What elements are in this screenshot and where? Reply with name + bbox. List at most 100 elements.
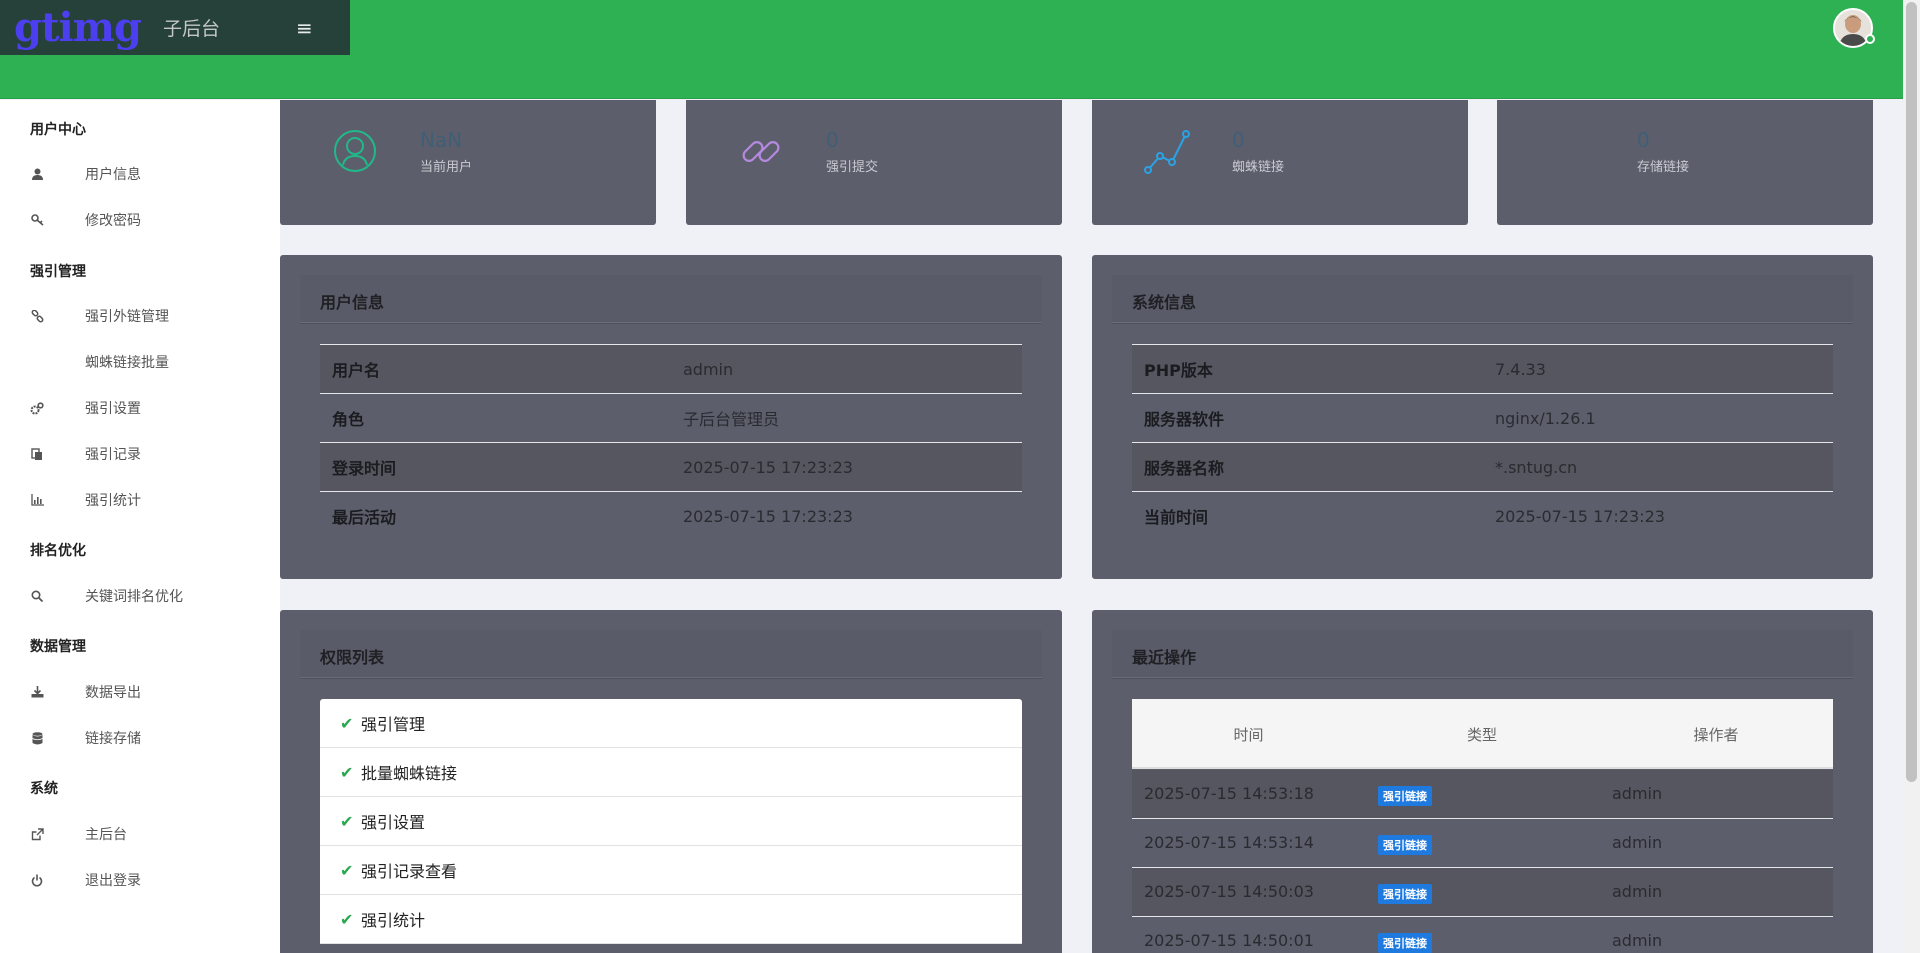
download-icon: [30, 685, 44, 699]
sidebar-item-label: 数据导出: [85, 685, 141, 701]
user-info-panel: 用户信息 用户名 admin 角色 子后台管理员 登录时间 2025-07-15…: [280, 255, 1062, 579]
column-header: 操作者: [1693, 725, 1739, 744]
info-value: 2025-07-15 17:23:23: [683, 506, 853, 526]
info-value: 子后台管理员: [683, 410, 780, 429]
sidebar-item-settings[interactable]: 强引设置: [0, 390, 280, 426]
info-key: 角色: [332, 410, 365, 429]
sidebar-item-label: 关键词排名优化: [85, 589, 183, 605]
op-type-badge: 强引链接: [1378, 835, 1432, 855]
stat-label: 蜘蛛链接: [1232, 160, 1285, 175]
sidebar-item-label: 强引设置: [85, 401, 141, 417]
sidebar-item-change-password[interactable]: 修改密码: [0, 202, 280, 238]
scrollbar-thumb[interactable]: [1906, 2, 1917, 782]
sidebar-item-spider-batch[interactable]: 蜘蛛链接批量: [0, 344, 280, 380]
op-time: 2025-07-15 14:53:14: [1144, 833, 1314, 852]
trend-line-icon: [1144, 130, 1190, 174]
sidebar-item-link-manage[interactable]: 强引外链管理: [0, 298, 280, 334]
power-icon: [30, 873, 44, 887]
chain-link-icon: [742, 141, 780, 162]
sidebar-group-title: 排名优化: [30, 543, 86, 559]
sidebar-group-title: 数据管理: [30, 639, 86, 655]
permission-label: 强引记录查看: [361, 862, 458, 881]
sidebar-group-title: 用户中心: [30, 122, 86, 138]
info-row: 服务器名称 *.sntug.cn: [1132, 442, 1833, 491]
column-header: 类型: [1466, 725, 1497, 744]
op-user: admin: [1612, 882, 1663, 901]
info-row: 当前时间 2025-07-15 17:23:23: [1132, 491, 1833, 540]
external-link-icon: [30, 827, 44, 841]
op-time: 2025-07-15 14:50:01: [1144, 931, 1314, 950]
info-value: 7.4.33: [1495, 359, 1546, 379]
panel-title: 用户信息: [320, 293, 385, 312]
permission-label: 批量蜘蛛链接: [361, 764, 458, 783]
op-time: 2025-07-15 14:50:03: [1144, 882, 1314, 901]
recent-operations-panel: 最近操作 时间 类型 操作者 2025-07-15 14:53:18 强引链接 …: [1092, 610, 1873, 953]
site-subtitle: 子后台: [162, 18, 220, 40]
panel-title: 系统信息: [1132, 293, 1197, 312]
table-row: 2025-07-15 14:50:03 强引链接 admin: [1132, 868, 1833, 917]
panel-title: 最近操作: [1132, 648, 1197, 667]
sidebar-item-main-admin[interactable]: 主后台: [0, 816, 280, 852]
op-user: admin: [1612, 931, 1663, 950]
checkmark-icon: ✔: [340, 909, 354, 929]
info-key: 服务器软件: [1144, 410, 1225, 429]
op-type-badge: 强引链接: [1378, 884, 1432, 904]
stat-label: 强引提交: [826, 160, 879, 175]
permission-label: 强引统计: [361, 911, 426, 930]
permission-item: ✔ 强引设置: [320, 797, 1022, 846]
user-circle-icon: [334, 130, 376, 172]
sidebar-item-label: 蜘蛛链接批量: [85, 355, 169, 371]
stat-card-spider-links: 0 蜘蛛链接: [1092, 100, 1468, 225]
op-time: 2025-07-15 14:53:18: [1144, 784, 1314, 803]
sidebar-item-user-info[interactable]: 用户信息: [0, 156, 280, 192]
logo[interactable]: gtimg: [14, 7, 142, 48]
info-row: PHP版本 7.4.33: [1132, 344, 1833, 393]
stat-card-submissions: 0 强引提交: [686, 100, 1062, 225]
info-value: nginx/1.26.1: [1495, 408, 1596, 428]
sidebar-item-statistics[interactable]: 强引统计: [0, 482, 280, 518]
panel-header: 系统信息: [1112, 275, 1853, 323]
sidebar-item-label: 用户信息: [85, 167, 141, 183]
info-value: 2025-07-15 17:23:23: [1495, 506, 1665, 526]
sidebar-item-label: 修改密码: [85, 213, 141, 229]
stat-label: 当前用户: [420, 160, 473, 175]
info-key: 最后活动: [332, 508, 397, 527]
stat-card-current-users: NaN 当前用户: [280, 100, 656, 225]
sidebar-item-keyword-rank[interactable]: 关键词排名优化: [0, 578, 280, 614]
stat-label: 存储链接: [1637, 160, 1690, 175]
copy-icon: [30, 447, 44, 461]
user-icon: [30, 167, 44, 181]
info-row: 最后活动 2025-07-15 17:23:23: [320, 491, 1022, 540]
sidebar: 用户中心 用户信息 修改密码 强引管理 强引外链管理 蜘蛛链接批量 强引设置 强…: [0, 100, 280, 953]
sidebar-item-records[interactable]: 强引记录: [0, 436, 280, 472]
stat-value: 0: [826, 128, 839, 152]
hamburger-icon[interactable]: ≡: [296, 16, 313, 40]
info-value: admin: [683, 359, 734, 379]
checkmark-icon: ✔: [340, 811, 354, 831]
panel-header: 权限列表: [300, 630, 1042, 678]
panel-header: 用户信息: [300, 275, 1042, 323]
sidebar-group-title: 系统: [30, 781, 58, 797]
info-row: 角色 子后台管理员: [320, 393, 1022, 442]
sidebar-group-title: 强引管理: [30, 264, 86, 280]
online-status-dot: [1865, 34, 1875, 44]
search-icon: [30, 589, 44, 603]
sidebar-item-logout[interactable]: 退出登录: [0, 862, 280, 898]
sidebar-item-label: 强引外链管理: [85, 309, 169, 325]
panel-title: 权限列表: [320, 648, 385, 667]
database-icon: [30, 731, 44, 745]
table-row: 2025-07-15 14:50:01 强引链接 admin: [1132, 917, 1833, 953]
table-row: 2025-07-15 14:53:14 强引链接 admin: [1132, 819, 1833, 868]
sidebar-item-data-export[interactable]: 数据导出: [0, 674, 280, 710]
op-user: admin: [1612, 833, 1663, 852]
info-key: 登录时间: [332, 459, 397, 478]
op-type-badge: 强引链接: [1378, 786, 1432, 806]
system-info-panel: 系统信息 PHP版本 7.4.33 服务器软件 nginx/1.26.1 服务器…: [1092, 255, 1873, 579]
permission-label: 强引设置: [361, 813, 426, 832]
stat-card-stored-links: 0 存储链接: [1497, 100, 1873, 225]
sidebar-item-link-storage[interactable]: 链接存储: [0, 720, 280, 756]
op-type-badge: 强引链接: [1378, 933, 1432, 953]
permission-item: ✔ 强引管理: [320, 699, 1022, 748]
stat-value: NaN: [420, 128, 463, 152]
link-icon: [30, 309, 44, 323]
